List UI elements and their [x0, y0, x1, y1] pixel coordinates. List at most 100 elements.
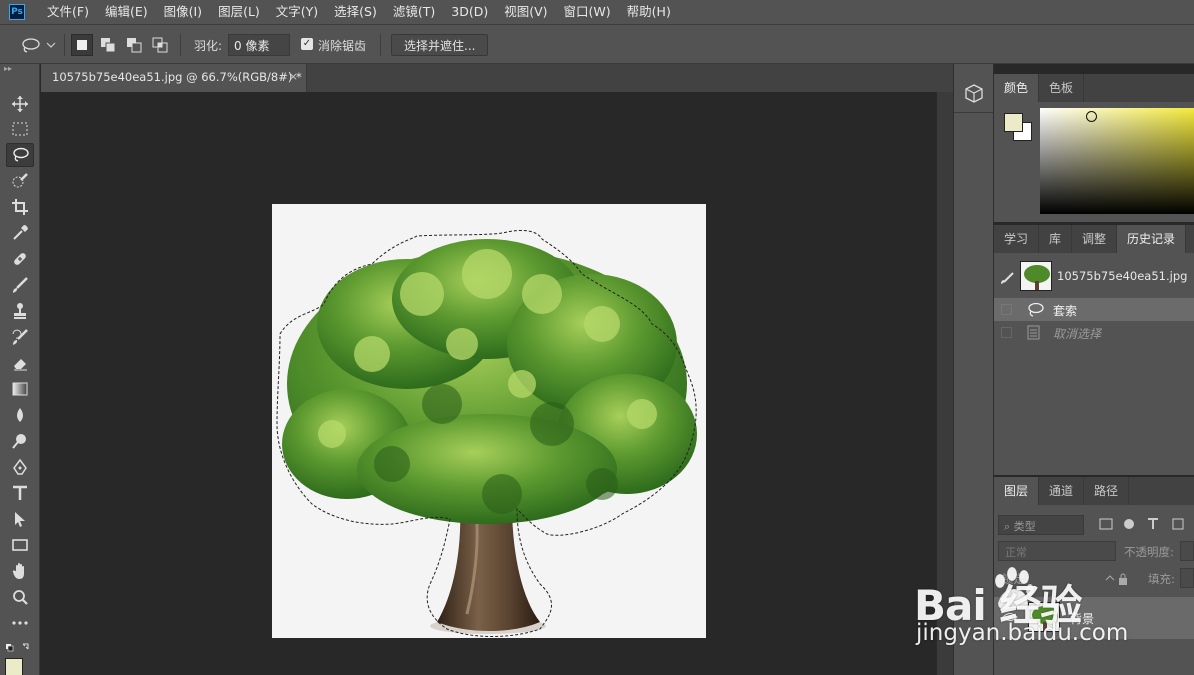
color-panel-tabs: 颜色 色板: [994, 74, 1194, 102]
marquee-icon: [12, 122, 28, 136]
history-step-label: 套索: [1053, 304, 1078, 318]
tab-history[interactable]: 历史记录: [1117, 225, 1187, 253]
tool-preset-picker[interactable]: [18, 34, 58, 56]
tab-learn[interactable]: 学习: [994, 225, 1040, 253]
watermark-url: jingyan.baidu.com: [916, 620, 1129, 646]
history-step-checkbox[interactable]: [1001, 304, 1012, 315]
menu-3d[interactable]: 3D(D): [443, 0, 496, 24]
document-tab[interactable]: 10575b75e40ea51.jpg @ 66.7%(RGB/8#) * ×: [41, 64, 307, 92]
rectangle-tool[interactable]: [6, 533, 34, 557]
layer-filter-icons[interactable]: [1098, 517, 1188, 531]
tab-libraries[interactable]: 库: [1039, 225, 1073, 253]
pen-tool[interactable]: [6, 455, 34, 479]
tab-layers[interactable]: 图层: [994, 477, 1040, 505]
history-brush-tool[interactable]: [6, 325, 34, 349]
tab-color[interactable]: 颜色: [994, 74, 1040, 102]
options-bar: 羽化: 0 像素 ✓ 消除锯齿 选择并遮住...: [0, 24, 1194, 64]
blend-mode-select[interactable]: 正常: [998, 541, 1116, 561]
antialias-label: 消除锯齿: [318, 39, 367, 53]
lock-icons[interactable]: [1104, 572, 1128, 586]
fill-input[interactable]: [1180, 568, 1194, 588]
collapse-arrows-icon[interactable]: ▸▸: [4, 64, 12, 73]
quick-select-tool[interactable]: [6, 169, 34, 193]
dodge-tool[interactable]: [6, 429, 34, 453]
new-selection-button[interactable]: [71, 34, 93, 56]
blur-tool[interactable]: [6, 403, 34, 427]
brush-tool[interactable]: [6, 273, 34, 297]
tab-channels[interactable]: 通道: [1039, 477, 1085, 505]
zoom-tool[interactable]: [6, 585, 34, 609]
history-step-checkbox[interactable]: [1001, 327, 1012, 338]
subtract-selection-icon: [127, 38, 142, 53]
color-picker-cursor[interactable]: [1086, 111, 1097, 122]
select-and-mask-button[interactable]: 选择并遮住...: [391, 34, 489, 56]
color-swap-controls[interactable]: [5, 641, 33, 655]
add-selection-icon: [101, 38, 116, 53]
menu-layer[interactable]: 图层(L): [210, 0, 268, 24]
layer-filter-select[interactable]: ⌕ 类型: [998, 515, 1084, 535]
gradient-tool[interactable]: [6, 377, 34, 401]
new-selection-icon: [77, 40, 87, 50]
cube-icon: [965, 84, 983, 103]
layers-panel-tabs: 图层 通道 路径: [994, 477, 1194, 505]
menu-select[interactable]: 选择(S): [326, 0, 385, 24]
swap-colors-icon: [6, 643, 29, 652]
more-icon: [12, 621, 28, 625]
feather-input[interactable]: 0 像素: [228, 34, 290, 56]
antialias-checkbox[interactable]: ✓: [301, 38, 313, 50]
tree-image: [276, 230, 697, 637]
history-panel: 学习 库 调整 历史记录 10575b75e40ea51.jpg 套索 取消选择: [994, 225, 1194, 475]
move-icon: [12, 96, 28, 112]
opacity-label: 不透明度:: [1124, 545, 1174, 559]
history-snapshot[interactable]: 10575b75e40ea51.jpg: [994, 259, 1194, 295]
lasso-icon: [13, 147, 29, 162]
brush-icon: [13, 277, 28, 293]
clone-stamp-tool[interactable]: [6, 299, 34, 323]
blur-icon: [17, 408, 23, 422]
pen-icon: [13, 458, 27, 475]
subtract-from-selection-button[interactable]: [123, 34, 145, 56]
stamp-icon: [14, 303, 26, 319]
color-picker-field[interactable]: [1040, 108, 1194, 214]
tab-adjustments[interactable]: 调整: [1072, 225, 1118, 253]
color-panel: 颜色 色板: [994, 74, 1194, 222]
menu-help[interactable]: 帮助(H): [619, 0, 679, 24]
lasso-tool[interactable]: [6, 143, 34, 167]
layer-filter-label: 类型: [1013, 520, 1036, 533]
menu-image[interactable]: 图像(I): [156, 0, 210, 24]
close-tab-icon[interactable]: ×: [289, 70, 298, 83]
menu-type[interactable]: 文字(Y): [268, 0, 326, 24]
menu-edit[interactable]: 编辑(E): [97, 0, 156, 24]
menu-file[interactable]: 文件(F): [39, 0, 97, 24]
document-image[interactable]: [272, 204, 706, 638]
fill-label: 填充:: [1148, 572, 1175, 586]
intersect-selection-button[interactable]: [149, 34, 171, 56]
more-tools-button[interactable]: [6, 611, 34, 635]
snapshot-name: 10575b75e40ea51.jpg: [1057, 269, 1188, 283]
intersect-selection-icon: [152, 37, 168, 53]
gradient-icon: [12, 382, 28, 396]
opacity-input[interactable]: [1180, 541, 1194, 561]
add-to-selection-button[interactable]: [97, 34, 119, 56]
tab-paths[interactable]: 路径: [1084, 477, 1130, 505]
menu-filter[interactable]: 滤镜(T): [385, 0, 443, 24]
hand-tool[interactable]: [6, 559, 34, 583]
foreground-color-swatch[interactable]: [5, 658, 23, 675]
move-tool[interactable]: [6, 92, 34, 116]
type-tool[interactable]: [6, 481, 34, 505]
marquee-tool[interactable]: [6, 117, 34, 141]
crop-tool[interactable]: [6, 195, 34, 219]
menu-window[interactable]: 窗口(W): [556, 0, 619, 24]
3d-panel-button[interactable]: [963, 82, 985, 106]
path-selection-tool[interactable]: [6, 507, 34, 531]
menu-bar: Ps 文件(F) 编辑(E) 图像(I) 图层(L) 文字(Y) 选择(S) 滤…: [0, 0, 1194, 24]
history-step-lasso[interactable]: 套索: [994, 298, 1194, 321]
menu-view[interactable]: 视图(V): [496, 0, 555, 24]
photoshop-logo-icon: Ps: [9, 4, 25, 20]
foreground-color-swatch[interactable]: [1004, 113, 1023, 132]
eyedropper-tool[interactable]: [6, 221, 34, 245]
tab-swatches[interactable]: 色板: [1039, 74, 1085, 102]
history-step-deselect[interactable]: 取消选择: [994, 321, 1194, 344]
eraser-tool[interactable]: [6, 351, 34, 375]
healing-brush-tool[interactable]: [6, 247, 34, 271]
